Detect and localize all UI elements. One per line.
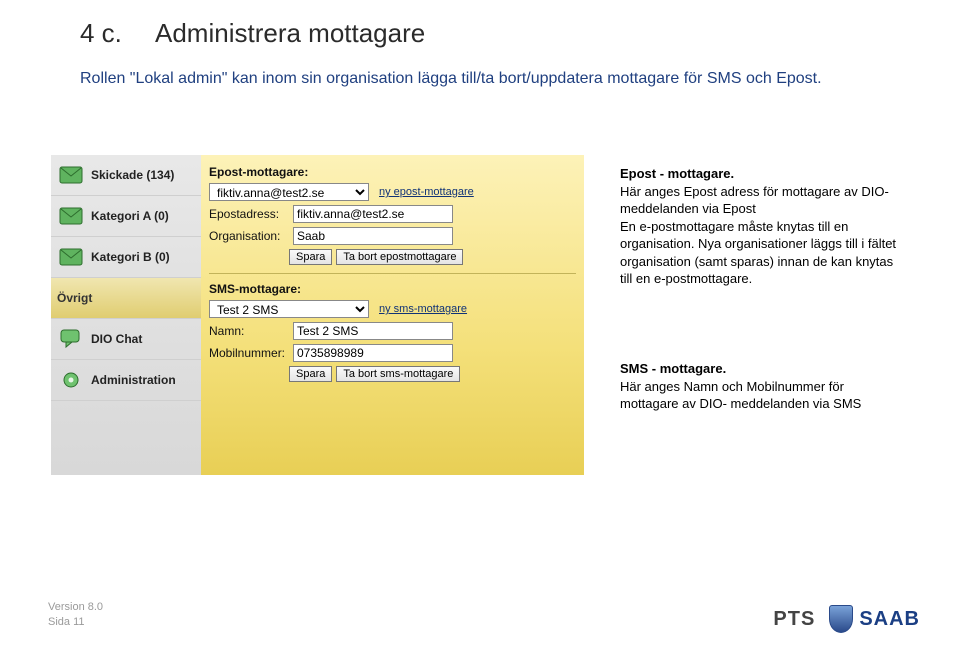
callout-sms-title: SMS - mottagare. xyxy=(620,360,900,378)
divider xyxy=(209,273,576,274)
sidebar-item-kat-b[interactable]: Kategori B (0) xyxy=(51,237,201,278)
envelope-icon xyxy=(57,204,85,228)
footer-version: Version 8.0 Sida 11 xyxy=(48,600,103,629)
envelope-icon xyxy=(57,245,85,269)
sidebar-item-chat[interactable]: DIO Chat xyxy=(51,319,201,360)
content-panel: Epost-mottagare: fiktiv.anna@test2.se ny… xyxy=(201,155,584,475)
epost-org-label: Organisation: xyxy=(209,229,289,243)
epost-section-label: Epost-mottagare: xyxy=(209,165,576,179)
sidebar-label: Skickade (134) xyxy=(91,168,174,182)
callout-epost-title: Epost - mottagare. xyxy=(620,165,900,183)
sidebar-item-admin[interactable]: Administration xyxy=(51,360,201,401)
saab-logo: SAAB xyxy=(829,605,920,633)
callout-sms-body: Här anges Namn och Mobilnummer för motta… xyxy=(620,378,900,413)
sidebar-label: Administration xyxy=(91,373,176,387)
add-epost-link[interactable]: ny epost-mottagare xyxy=(379,186,474,198)
epost-org-input[interactable] xyxy=(293,227,453,245)
version-line: Version 8.0 xyxy=(48,600,103,614)
sms-select[interactable]: Test 2 SMS xyxy=(209,300,369,318)
page-number: Sida 11 xyxy=(48,615,103,629)
footer-logos: PTS SAAB xyxy=(773,605,920,633)
envelope-icon xyxy=(57,163,85,187)
sms-mobile-input[interactable] xyxy=(293,344,453,362)
sidebar-label: Kategori A (0) xyxy=(91,209,169,223)
add-sms-link[interactable]: ny sms-mottagare xyxy=(379,303,467,315)
crest-icon xyxy=(829,605,853,633)
sms-mobile-label: Mobilnummer: xyxy=(209,346,289,360)
saab-text: SAAB xyxy=(859,608,920,631)
chat-icon xyxy=(57,327,85,351)
callout-epost-body: Här anges Epost adress för mottagare av … xyxy=(620,183,900,288)
sms-section-label: SMS-mottagare: xyxy=(209,282,576,296)
sms-save-button[interactable]: Spara xyxy=(289,366,332,382)
sidebar-item-kat-a[interactable]: Kategori A (0) xyxy=(51,196,201,237)
epost-delete-button[interactable]: Ta bort epostmottagare xyxy=(336,249,463,265)
sidebar-label: DIO Chat xyxy=(91,332,142,346)
sidebar-label: Kategori B (0) xyxy=(91,250,170,264)
sms-name-input[interactable] xyxy=(293,322,453,340)
pts-logo: PTS xyxy=(773,608,815,631)
sidebar-header-label: Övrigt xyxy=(57,291,92,305)
intro-text: Rollen "Lokal admin" kan inom sin organi… xyxy=(80,70,860,88)
callout-sms: SMS - mottagare. Här anges Namn och Mobi… xyxy=(620,360,900,413)
app-screenshot: Skickade (134) Kategori A (0) Kategori B… xyxy=(51,155,584,475)
sidebar-item-skickade[interactable]: Skickade (134) xyxy=(51,155,201,196)
sms-name-label: Namn: xyxy=(209,324,289,338)
section-title: Administrera mottagare xyxy=(155,18,425,49)
epost-address-input[interactable] xyxy=(293,205,453,223)
sms-delete-button[interactable]: Ta bort sms-mottagare xyxy=(336,366,460,382)
sidebar-header-ovrigt: Övrigt xyxy=(51,278,201,319)
gear-icon xyxy=(57,368,85,392)
epost-save-button[interactable]: Spara xyxy=(289,249,332,265)
epost-address-label: Epostadress: xyxy=(209,207,289,221)
callout-epost: Epost - mottagare. Här anges Epost adres… xyxy=(620,165,900,288)
section-number: 4 c. xyxy=(80,18,122,49)
epost-select[interactable]: fiktiv.anna@test2.se xyxy=(209,183,369,201)
sidebar: Skickade (134) Kategori A (0) Kategori B… xyxy=(51,155,202,475)
